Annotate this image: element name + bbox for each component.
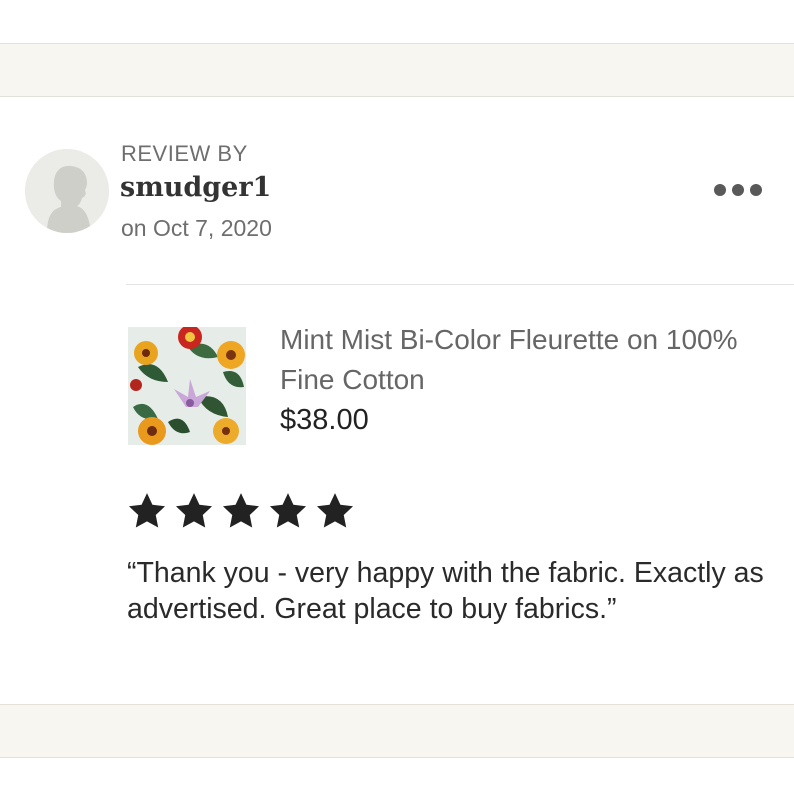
review-text: “Thank you - very happy with the fabric.… [127, 557, 764, 625]
bottom-separator-band [0, 704, 794, 758]
star-icon [314, 490, 356, 534]
review-date: on Oct 7, 2020 [121, 215, 272, 241]
star-icon [126, 490, 168, 534]
top-separator-band [0, 43, 794, 97]
product-title[interactable]: Mint Mist Bi-Color Fleurette on 100% Fin… [280, 320, 760, 400]
product-price: $38.00 [280, 404, 369, 436]
star-icon [173, 490, 215, 534]
floral-fabric-image [128, 327, 246, 445]
divider [126, 284, 794, 285]
avatar[interactable] [25, 149, 109, 233]
more-horizontal-icon [714, 184, 726, 196]
user-silhouette-icon [25, 149, 109, 233]
review-by-label: REVIEW BY [121, 141, 248, 166]
more-options-button[interactable] [708, 178, 768, 202]
more-horizontal-icon [750, 184, 762, 196]
star-icon [220, 490, 262, 534]
product-thumbnail[interactable] [128, 327, 246, 445]
star-icon [267, 490, 309, 534]
reviewer-username[interactable]: smudger1 [120, 171, 271, 205]
star-rating [126, 490, 356, 534]
review-page: REVIEW BY smudger1 on Oct 7, 2020 Mint M… [0, 0, 794, 794]
more-horizontal-icon [732, 184, 744, 196]
